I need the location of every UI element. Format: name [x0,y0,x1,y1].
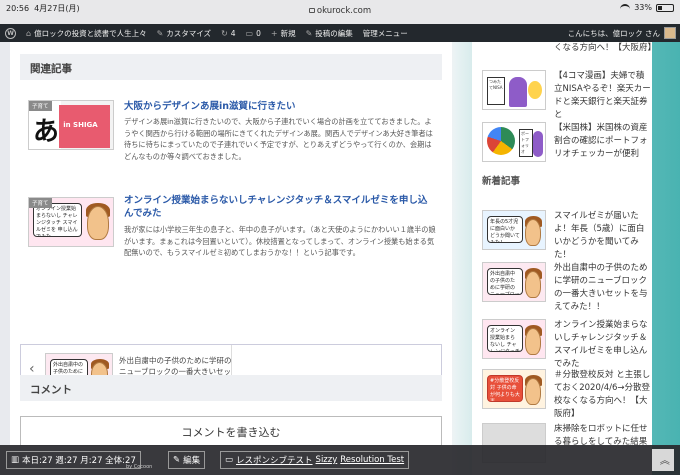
wp-logo-button[interactable]: W [0,24,21,42]
related-title[interactable]: オンライン授業始まらないしチャレンジタッチ＆スマイルゼミを申し込んでみた [124,194,434,220]
popular-title[interactable]: くなる方向へ！【大阪府】 [554,42,656,55]
character-face [524,271,541,298]
wifi-icon [620,4,631,11]
comments-heading: コメント [20,375,442,401]
related-item[interactable]: オンライン授業始まらないし チャレンジタッチ スマイルゼミを 申し込んでみた 子… [28,194,438,284]
thumb-caption: オンライン授業始まらないし チャレンジタッチ スマイルゼミを 申し込んでみた [33,203,82,237]
character-face [524,328,541,355]
access-stats-button[interactable]: ▥ 本日:27 週:27 月:27 全体:27 [6,451,141,469]
thumb-caption: #分散登校反対 子供の命が何よりも大事 [487,375,523,402]
popular-title[interactable]: 【4コマ漫画】夫婦で積立NISAやるぞ！楽天カードと楽天銀行と楽天証券と [554,70,652,122]
edit-button[interactable]: ✎ 編集 [168,451,206,469]
thumb-caption: 外出自粛中の子供のために学研のニューブロックの一番大きいセットを与えてみた！ [487,268,523,295]
related-heading: 関連記事 [20,54,442,80]
comment-icon: ▭ [245,28,254,38]
pencil-icon: ✎ [305,28,313,38]
thumb-caption: オンライン授業始まらないし チャレンジタッチ スマイルゼミを申し込んでみた [487,325,523,352]
lock-icon [308,8,315,13]
new-post-title[interactable]: オンライン授業始まらないしチャレンジタッチ＆スマイルゼミを申し込んでみた [554,319,652,371]
new-post-thumbnail[interactable]: #分散登校反対 子供の命が何よりも大事 [482,369,546,409]
related-item[interactable]: あ in SHIGA 子育て 大阪からデザインあ展in滋賀に行きたい デザインあ… [28,100,438,190]
new-post-thumbnail[interactable]: 外出自粛中の子供のために学研のニューブロックの一番大きいセットを与えてみた！ [482,262,546,302]
write-comment-button[interactable]: コメントを書き込む [20,416,442,446]
monitor-icon: ▭ [225,455,234,465]
popular-thumbnail[interactable]: ポートフォリオ [482,122,546,162]
double-chevron-up-icon: 《 [658,455,669,465]
related-snippet: 我が家には小学校三年生の息子と、年中の息子がいます。（あと天使のようにかわいい１… [124,225,436,257]
category-badge: 子育て [29,101,52,111]
resolution-test-link[interactable]: Resolution Test [340,455,404,465]
new-post-item[interactable]: オンライン授業始まらないし チャレンジタッチ スマイルゼミを申し込んでみた オン… [482,319,652,369]
status-right: 33% [620,3,674,12]
category-badge: 子育て [29,198,52,208]
portfolio-pie-icon [487,127,515,155]
customize-link[interactable]: ✎ カスタマイズ [152,24,216,42]
brush-icon: ✎ [156,28,164,38]
new-post-thumbnail[interactable]: オンライン授業始まらないし チャレンジタッチ スマイルゼミを申し込んでみた [482,319,546,359]
battery-icon [656,3,674,12]
main-column: 関連記事 あ in SHIGA 子育て 大阪からデザインあ展in滋賀に行きたい … [10,42,452,475]
related-thumbnail[interactable]: オンライン授業始まらないし チャレンジタッチ スマイルゼミを 申し込んでみた 子… [28,197,114,247]
character-face [524,378,541,405]
plus-icon: + [270,28,278,38]
new-post-item[interactable]: 年長の5才児に面白いかどうか聞いてみた！ スマイルゼミが届いたよ！年長（5歳）に… [482,210,652,260]
character-figure [509,77,527,107]
avatar[interactable] [664,27,676,39]
thumb-caption: ポートフォリオ [519,129,533,157]
comments-link[interactable]: ▭ 0 [241,24,266,42]
wordpress-icon: W [5,27,16,39]
responsive-test-link[interactable]: レスポンシブテスト [236,454,313,466]
chart-icon: ▥ [11,455,20,465]
site-name-link[interactable]: ⌂ 億ロックの投資と読書で人生上々 [21,24,152,42]
new-post-item[interactable]: #分散登校反対 子供の命が何よりも大事 ＃分散登校反対 と主張しておく2020/… [482,369,652,419]
sizzy-link[interactable]: Sizzy [316,455,338,465]
character-face [528,81,542,99]
new-post-title[interactable]: 外出自粛中の子供のために学研のニューブロックの一番大きいセットを与えてみた！！ [554,262,652,314]
admin-footer-bar: ▥ 本日:27 週:27 月:27 全体:27 by Cocoon ✎ 編集 ▭… [0,445,680,475]
new-post-item[interactable]: 外出自粛中の子供のために学研のニューブロックの一番大きいセットを与えてみた！ 外… [482,262,652,312]
new-post-title[interactable]: ＃分散登校反対 と主張しておく2020/4/6→分散登校なくなる方向へ！【大阪府… [554,369,652,421]
popular-title[interactable]: 【米国株】米国株の資産割合の確認にポートフォリオチェッカーが便利 [554,122,652,161]
go-to-top-button[interactable]: 《 [652,449,674,471]
page-content: 関連記事 あ in SHIGA 子育て 大阪からデザインあ展in滋賀に行きたい … [0,42,680,475]
edit-post-link[interactable]: ✎ 投稿の編集 [301,24,358,42]
device-status-bar: 20:56 4月27日(月) okurock.com 33% [0,0,680,24]
refresh-icon: ↻ [221,28,228,38]
popular-item[interactable]: ポートフォリオ 【米国株】米国株の資産割合の確認にポートフォリオチェッカーが便利 [482,122,652,166]
battery-percent: 33% [634,3,652,12]
thumb-caption: 年長の5才児に面白いかどうか聞いてみた！ [487,216,523,243]
shiga-banner: in SHIGA [59,105,110,149]
popular-thumbnail[interactable]: つみたてNISA [482,70,546,110]
related-snippet: デザインあ展in滋賀に行きたいので、大阪から子連れでいく場合の計画を立てておきま… [124,117,433,161]
character-face [524,219,541,246]
new-posts-heading: 新着記事 [482,176,521,187]
wp-admin-bar: W ⌂ 億ロックの投資と読書で人生上々 ✎ カスタマイズ ↻ 4 ▭ 0 + 新規 ✎ 投稿… [0,24,680,42]
popular-item[interactable]: つみたてNISA 【4コマ漫画】夫婦で積立NISAやるぞ！楽天カードと楽天銀行と… [482,70,652,120]
new-post-title[interactable]: スマイルゼミが届いたよ！年長（5歳）に面白いかどうかを聞いてみた！ [554,210,652,262]
thumb-caption: つみたてNISA [487,77,505,105]
character-figure [533,131,543,157]
new-content-link[interactable]: + 新規 [266,24,301,42]
home-icon: ⌂ [26,28,32,38]
responsive-tools: ▭ レスポンシブテスト Sizzy Resolution Test [220,451,410,469]
updates-link[interactable]: ↻ 4 [216,24,240,42]
character-face [87,206,109,240]
related-title[interactable]: 大阪からデザインあ展in滋賀に行きたい [124,100,434,113]
by-cocoon-label: by Cocoon [126,464,153,470]
admin-menu-link[interactable]: 管理メニュー [358,24,413,42]
url-display[interactable]: okurock.com [0,6,680,16]
sidebar: くなる方向へ！【大阪府】 つみたてNISA 【4コマ漫画】夫婦で積立NISAやる… [472,42,656,475]
new-post-thumbnail[interactable]: 年長の5才児に面白いかどうか聞いてみた！ [482,210,546,250]
user-greeting[interactable]: こんにちは、億ロック さん [568,28,660,39]
edit-icon: ✎ [173,455,181,465]
related-thumbnail[interactable]: あ in SHIGA 子育て [28,100,114,150]
